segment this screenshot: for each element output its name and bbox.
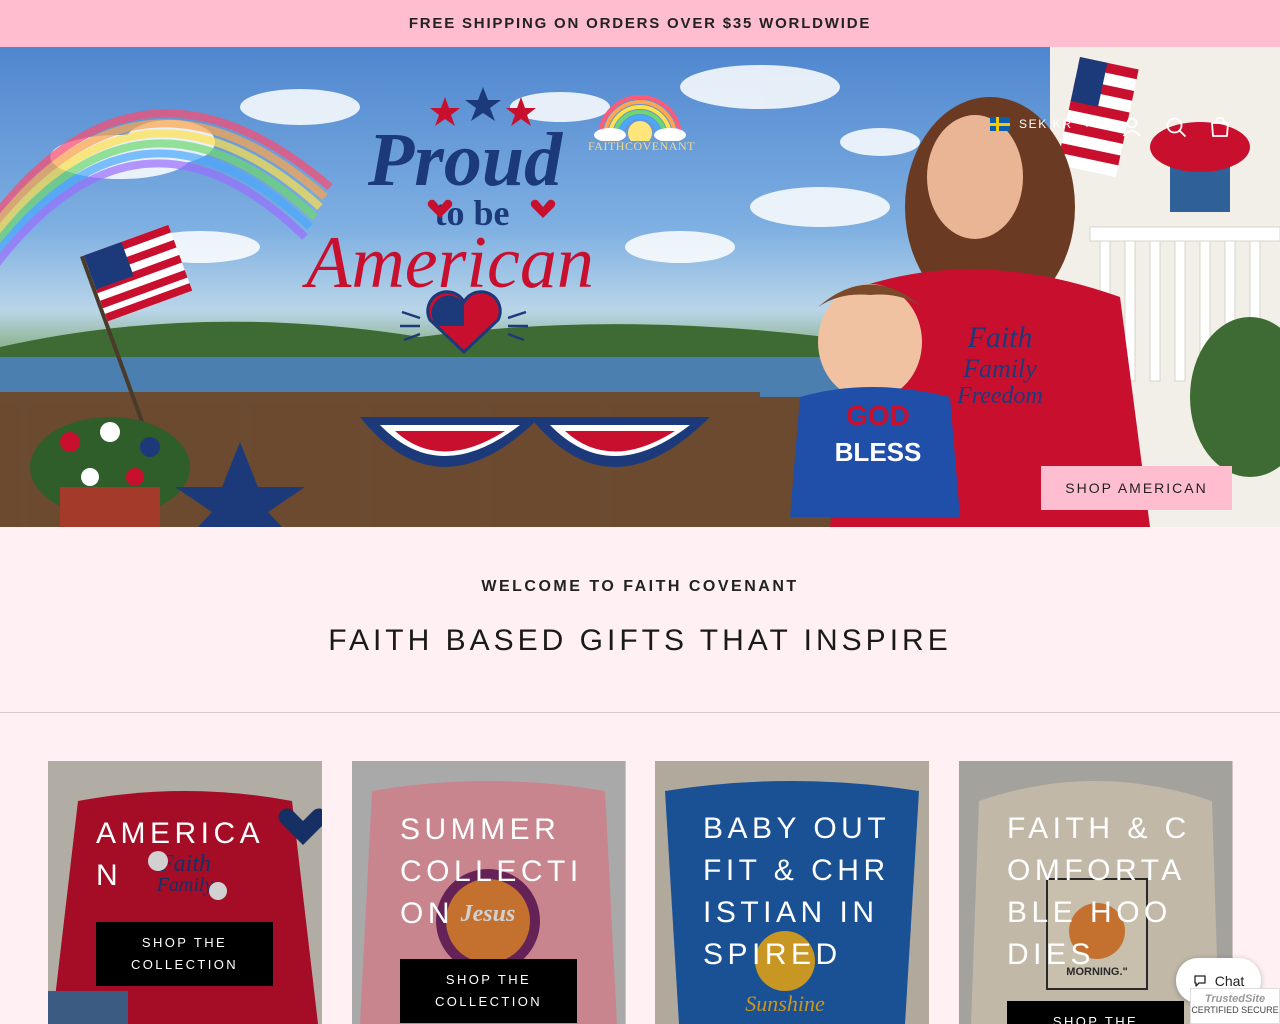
- svg-text:BLESS: BLESS: [835, 437, 922, 467]
- collection-title: SUMMER COLLECTION: [400, 813, 583, 930]
- rainbow-logo-icon: [594, 95, 686, 145]
- cart-icon[interactable]: [1208, 115, 1232, 139]
- section-divider: [0, 712, 1280, 713]
- logo-text: FAITHCOVENANT: [588, 139, 695, 153]
- collection-card-american[interactable]: Faith Family AMERICAN SHOP THE COLLECTIO…: [48, 761, 322, 1024]
- welcome-subtitle: WELCOME TO FAITH COVENANT: [481, 578, 799, 595]
- site-logo[interactable]: FAITHCOVENANT: [588, 93, 695, 159]
- currency-label: SEK KR: [1019, 117, 1073, 131]
- shop-collection-button[interactable]: SHOP THE COLLECTION: [1007, 1001, 1184, 1024]
- collection-title: BABY OUTFIT & CHRISTIAN INSPIRED: [703, 812, 891, 971]
- shop-collection-button[interactable]: SHOP THE COLLECTION: [96, 922, 273, 986]
- chat-label: Chat: [1214, 972, 1245, 989]
- collection-title: AMERICAN: [96, 817, 265, 892]
- search-icon[interactable]: [1164, 115, 1188, 139]
- welcome-section: WELCOME TO FAITH COVENANT FAITH BASED GI…: [0, 527, 1280, 712]
- trustedsite-name: TrustedSite: [1204, 993, 1266, 1005]
- account-icon[interactable]: [1120, 115, 1144, 139]
- welcome-title: FAITH BASED GIFTS THAT INSPIRE: [328, 624, 952, 657]
- svg-text:Faith: Faith: [967, 321, 1033, 354]
- chevron-down-icon: [1082, 121, 1092, 127]
- trustedsite-label: CERTIFIED SECURE: [1191, 1005, 1279, 1015]
- site-header: FAITHCOVENANT SEK KR: [0, 47, 1280, 207]
- sweden-flag-icon: [990, 117, 1010, 131]
- trustedsite-badge[interactable]: TrustedSite CERTIFIED SECURE: [1190, 988, 1280, 1024]
- announcement-text: FREE SHIPPING ON ORDERS OVER $35 WORLDWI…: [408, 15, 872, 32]
- collection-card-baby[interactable]: Sunshine BABY OUTFIT & CHRISTIAN INSPIRE…: [655, 761, 929, 1024]
- shop-american-button[interactable]: SHOP AMERICAN: [1041, 466, 1232, 510]
- chat-bubble-icon: [1194, 974, 1206, 987]
- svg-text:GOD: GOD: [846, 400, 910, 431]
- currency-selector[interactable]: SEK KR: [990, 117, 1092, 131]
- shop-collection-button[interactable]: SHOP THE COLLECTION: [400, 959, 577, 1023]
- svg-text:Freedom: Freedom: [956, 383, 1043, 409]
- collection-title: FAITH & COMFORTABLE HOODIES: [1007, 812, 1191, 971]
- collection-card-summer[interactable]: Jesus SUMMER COLLECTION SHOP THE COLLECT…: [352, 761, 626, 1024]
- svg-text:Family: Family: [962, 354, 1037, 383]
- announcement-bar: FREE SHIPPING ON ORDERS OVER $35 WORLDWI…: [0, 0, 1280, 47]
